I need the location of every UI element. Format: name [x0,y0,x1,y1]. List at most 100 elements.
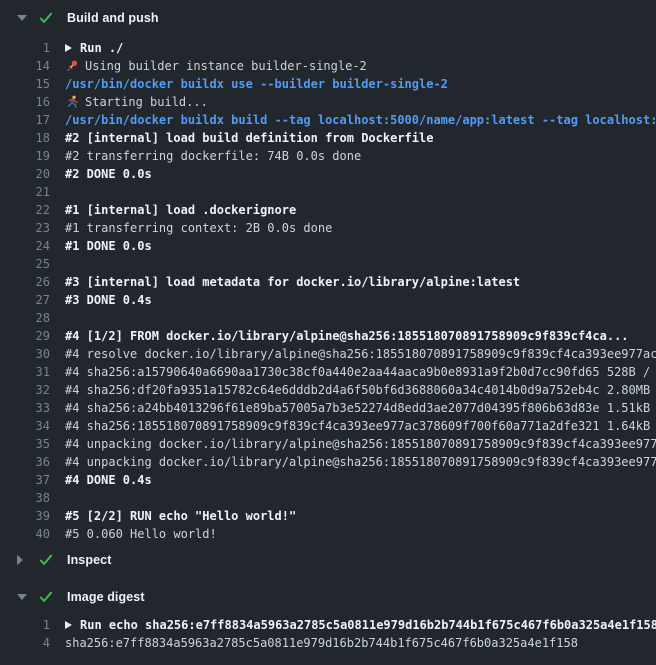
group-expander-icon[interactable] [65,44,72,52]
log-line-text: #1 transferring context: 2B 0.0s done [65,219,332,237]
log-line: 30 #4 resolve docker.io/library/alpine@s… [0,345,656,363]
line-number-link[interactable]: 35 [0,435,50,453]
log-line-text: Using builder instance builder-single-2 [85,57,367,75]
section-title: Build and push [67,11,159,25]
log-line-text: Run echo sha256:e7ff8834a5963a2785c5a081… [80,616,656,634]
section-title: Image digest [67,590,145,604]
log-line: 36 #4 unpacking docker.io/library/alpine… [0,453,656,471]
log-block-image-digest: 1 Run echo sha256:e7ff8834a5963a2785c5a0… [0,616,656,652]
log-line: 34 #4 sha256:185518070891758909c9f839cf4… [0,417,656,435]
section-header-image-digest[interactable]: Image digest [0,586,656,608]
log-line-content: #4 [1/2] FROM docker.io/library/alpine@s… [65,327,629,345]
log-line-text: #4 unpacking docker.io/library/alpine@sh… [65,453,656,471]
log-line-text: #1 DONE 0.0s [65,237,152,255]
log-line-text: #2 transferring dockerfile: 74B 0.0s don… [65,147,361,165]
chevron-right-icon [17,555,29,565]
log-line: 35 #4 unpacking docker.io/library/alpine… [0,435,656,453]
log-line-content: #3 [internal] load metadata for docker.i… [65,273,520,291]
log-line: 32 #4 sha256:df20fa9351a15782c64e6dddb2d… [0,381,656,399]
log-line: 20 #2 DONE 0.0s [0,165,656,183]
line-number-link[interactable]: 18 [0,129,50,147]
line-number-link[interactable]: 16 [0,93,50,111]
section-header-build-and-push[interactable]: Build and push [0,7,656,29]
line-number-link[interactable]: 23 [0,219,50,237]
log-line-text: #4 [1/2] FROM docker.io/library/alpine@s… [65,327,629,345]
line-number-link[interactable]: 17 [0,111,50,129]
log-line: 40 #5 0.060 Hello world! [0,525,656,543]
log-line: 28 [0,309,656,327]
log-line-content: #5 [2/2] RUN echo "Hello world!" [65,507,296,525]
log-line-text: /usr/bin/docker buildx use --builder bui… [65,75,448,93]
runner-icon [65,95,79,109]
line-number-link[interactable]: 21 [0,183,50,201]
log-line-text: #4 sha256:a24bb4013296f61e89ba57005a7b3e… [65,399,656,417]
line-number-link[interactable]: 36 [0,453,50,471]
line-number-link[interactable]: 27 [0,291,50,309]
log-line: 26 #3 [internal] load metadata for docke… [0,273,656,291]
line-number-link[interactable]: 38 [0,489,50,507]
line-number-link[interactable]: 34 [0,417,50,435]
log-line-text: #3 DONE 0.4s [65,291,152,309]
line-number-link[interactable]: 28 [0,309,50,327]
log-line-content: #4 DONE 0.4s [65,471,152,489]
section-title: Inspect [67,553,111,567]
log-line: 14 Using builder instance builder-single… [0,57,656,75]
line-number-link[interactable]: 4 [0,634,50,652]
log-line: 4 sha256:e7ff8834a5963a2785c5a0811e979d1… [0,634,656,652]
log-line: 38 [0,489,656,507]
chevron-down-icon [17,594,29,600]
log-line: 17 /usr/bin/docker buildx build --tag lo… [0,111,656,129]
log-block-build-and-push: 1 Run ./ 14 Using builder instance build… [0,39,656,543]
log-line: 22 #1 [internal] load .dockerignore [0,201,656,219]
log-line-content: #4 sha256:a24bb4013296f61e89ba57005a7b3e… [65,399,656,417]
line-number-link[interactable]: 20 [0,165,50,183]
log-line-content: Starting build... [65,93,208,111]
log-line-text: #4 resolve docker.io/library/alpine@sha2… [65,345,656,363]
log-line-content: #2 [internal] load build definition from… [65,129,433,147]
section-header-inspect[interactable]: Inspect [0,549,656,571]
line-number-link[interactable]: 19 [0,147,50,165]
log-line: 19 #2 transferring dockerfile: 74B 0.0s … [0,147,656,165]
log-line-content: Run echo sha256:e7ff8834a5963a2785c5a081… [65,616,656,634]
log-line: 33 #4 sha256:a24bb4013296f61e89ba57005a7… [0,399,656,417]
line-number-link[interactable]: 31 [0,363,50,381]
line-number-link[interactable]: 22 [0,201,50,219]
line-number-link[interactable]: 24 [0,237,50,255]
line-number-link[interactable]: 40 [0,525,50,543]
line-number-link[interactable]: 30 [0,345,50,363]
log-line-text: #1 [internal] load .dockerignore [65,201,296,219]
log-line-content: Run ./ [65,39,123,57]
line-number-link[interactable]: 1 [0,616,50,634]
chevron-down-icon [17,15,29,21]
log-line-text: #4 unpacking docker.io/library/alpine@sh… [65,435,656,453]
log-line-text: #4 DONE 0.4s [65,471,152,489]
line-number-link[interactable]: 14 [0,57,50,75]
line-number-link[interactable]: 25 [0,255,50,273]
log-line-content: #4 unpacking docker.io/library/alpine@sh… [65,435,656,453]
log-line-text: #4 sha256:a15790640a6690aa1730c38cf0a440… [65,363,656,381]
line-number-link[interactable]: 37 [0,471,50,489]
line-number-link[interactable]: 29 [0,327,50,345]
line-number-link[interactable]: 1 [0,39,50,57]
log-line: 31 #4 sha256:a15790640a6690aa1730c38cf0a… [0,363,656,381]
log-line-content: #1 DONE 0.0s [65,237,152,255]
log-line: 25 [0,255,656,273]
line-number-link[interactable]: 15 [0,75,50,93]
line-number-link[interactable]: 26 [0,273,50,291]
line-number-link[interactable]: 33 [0,399,50,417]
group-expander-icon[interactable] [65,621,72,629]
line-number-link[interactable]: 32 [0,381,50,399]
log-line-content: #4 sha256:df20fa9351a15782c64e6dddb2d4a6… [65,381,656,399]
log-line: 39 #5 [2/2] RUN echo "Hello world!" [0,507,656,525]
log-line: 1 Run ./ [0,39,656,57]
log-line: 21 [0,183,656,201]
log-line-text: /usr/bin/docker buildx build --tag local… [65,111,656,129]
log-line-text: #5 [2/2] RUN echo "Hello world!" [65,507,296,525]
log-line-content: #1 [internal] load .dockerignore [65,201,296,219]
log-line: 1 Run echo sha256:e7ff8834a5963a2785c5a0… [0,616,656,634]
log-line: 18 #2 [internal] load build definition f… [0,129,656,147]
log-line-content: Using builder instance builder-single-2 [65,57,367,75]
line-number-link[interactable]: 39 [0,507,50,525]
log-line-content: #4 sha256:185518070891758909c9f839cf4ca3… [65,417,656,435]
log-line-text: #4 sha256:185518070891758909c9f839cf4ca3… [65,417,656,435]
